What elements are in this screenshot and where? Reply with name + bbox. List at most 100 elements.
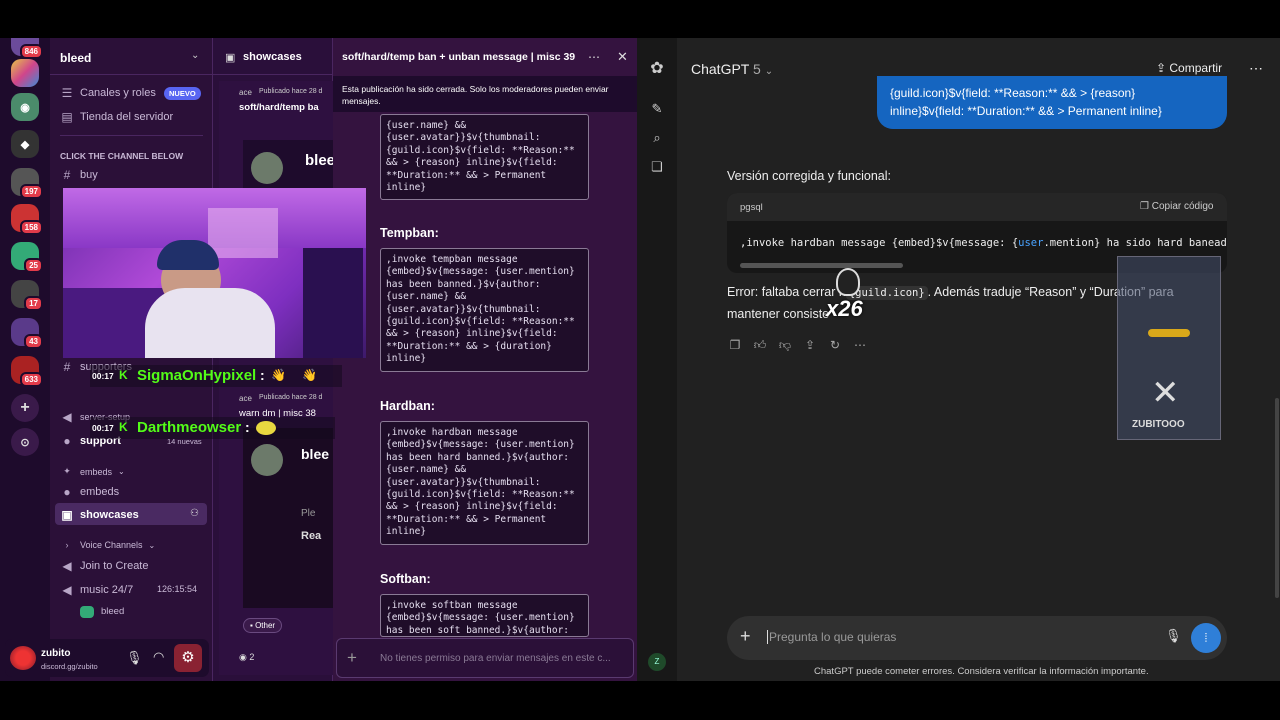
username: zubito	[41, 648, 71, 659]
more-options-icon[interactable]: ⋯	[852, 337, 868, 353]
share-button[interactable]: ⇪ Compartir	[1156, 61, 1222, 75]
section-title: Softban:	[380, 572, 431, 586]
category-click-channel[interactable]: CLICK THE CHANNEL BELOW	[60, 151, 183, 161]
post-author: ace	[239, 394, 252, 403]
model-selector[interactable]: ChatGPT 5 ⌄	[691, 61, 773, 77]
server-icon[interactable]	[11, 59, 39, 87]
chevron-down-icon[interactable]: ⌄	[191, 50, 199, 61]
avatar[interactable]	[10, 646, 36, 670]
category-voice[interactable]: › Voice Channels ⌄	[60, 540, 156, 550]
post-meta: Publicado hace 28 d	[259, 394, 323, 401]
new-chat-icon[interactable]: ✎	[649, 101, 665, 117]
prompt-input[interactable]: + Pregunta lo que quieras 🎙 ⦙	[727, 616, 1227, 660]
server-icon[interactable]: 846	[11, 38, 43, 59]
stream-chat-row: 00:17 K SigmaOnHypixel : 👋 👋	[90, 365, 342, 387]
gear-icon[interactable]: ⚙	[174, 644, 202, 672]
hash-icon: #	[63, 360, 71, 374]
share-icon[interactable]: ⇪	[802, 337, 818, 353]
channel-buy-label: buy	[80, 169, 98, 181]
webcam-overlay	[63, 188, 366, 358]
nav-store[interactable]: ▤ Tienda del servidor	[60, 110, 173, 124]
server-folder-icon[interactable]: ◆	[11, 130, 39, 158]
server-folder-icon[interactable]: 43	[11, 318, 43, 349]
voice-music[interactable]: ◀ music 24/7	[60, 583, 133, 597]
copy-code-button[interactable]: ❐ Copiar código	[1140, 201, 1213, 212]
voice-member[interactable]: bleed	[101, 606, 124, 617]
regenerate-icon[interactable]: ↻	[827, 337, 843, 353]
nav-roles[interactable]: ☰ Canales y roles	[60, 86, 156, 100]
plus-icon[interactable]: +	[740, 626, 751, 647]
divider	[60, 135, 203, 136]
combo-counter: x26	[826, 296, 863, 321]
reply-text: mantener consiste	[727, 307, 830, 321]
share-label: Compartir	[1169, 61, 1223, 75]
microphone-icon[interactable]: 🎙	[126, 650, 143, 666]
model-name: ChatGPT	[691, 61, 750, 77]
kick-icon: K	[119, 420, 128, 434]
discover-icon[interactable]: ⊙	[11, 428, 39, 456]
model-version: 5	[753, 61, 761, 77]
server-icon[interactable]: ◉	[11, 93, 39, 121]
post-preview-text: Ple	[301, 508, 316, 519]
search-icon[interactable]: ⌕	[649, 130, 665, 146]
channel-showcases[interactable]: ▣ showcases	[60, 508, 138, 522]
voice-timer: 126:15:54	[157, 584, 198, 594]
section-title: Tempban:	[380, 226, 439, 240]
hash-icon: #	[63, 168, 71, 182]
divider	[213, 74, 333, 75]
closed-notice-text: Esta publicación ha sido cerrada. Solo l…	[342, 84, 609, 106]
avatar[interactable]: Z	[648, 653, 666, 671]
post-preview-text: blee	[301, 446, 330, 462]
add-server-icon[interactable]: +	[11, 394, 39, 422]
more-options-icon[interactable]: ⋯	[588, 50, 600, 64]
nav-store-label: Tienda del servidor	[80, 111, 174, 123]
code-keyword: user	[1018, 237, 1044, 249]
post-author: ace	[239, 88, 252, 97]
microphone-icon[interactable]: 🎙	[1165, 628, 1182, 644]
code-scrollbar[interactable]	[740, 263, 903, 268]
category-embeds[interactable]: ✦ embeds ⌄	[60, 466, 125, 477]
new-badge: NUEVO	[164, 87, 201, 100]
code-block: ,invoke softban message {embed}$v{messag…	[380, 594, 589, 637]
chat-time: 00:17	[92, 371, 114, 381]
avatar	[251, 152, 283, 184]
emote-icon	[256, 421, 276, 435]
copy-icon[interactable]: ❐	[727, 337, 743, 353]
library-icon[interactable]: ❏	[649, 159, 665, 175]
plus-icon[interactable]: +	[347, 648, 357, 668]
add-member-icon[interactable]: ⚇	[190, 508, 199, 519]
server-name[interactable]: bleed	[60, 51, 91, 65]
user-message-bubble: {guild.icon}$v{field: **Reason:** && > {…	[877, 76, 1227, 129]
thumbs-up-icon[interactable]: 👍︎	[752, 337, 768, 353]
voice-join-to-create[interactable]: ◀ Join to Create	[60, 559, 148, 573]
headphones-icon[interactable]: ◠	[153, 649, 164, 665]
user-panel: zubito discord.gg/zubito 🎙 ◠ ⚙	[5, 639, 209, 677]
chevron-down-icon: ⌄	[148, 540, 156, 550]
thumbs-down-icon[interactable]: 👎︎	[777, 337, 793, 353]
more-options-icon[interactable]: ⋯	[1249, 60, 1263, 77]
avatar	[80, 606, 94, 618]
chevron-down-icon: ⌄	[118, 467, 125, 476]
close-icon[interactable]: ✕	[617, 49, 628, 65]
openai-logo-icon[interactable]: ✿	[649, 61, 665, 77]
server-folder-icon[interactable]: 25	[11, 242, 43, 273]
nav-roles-label: Canales y roles	[80, 87, 156, 99]
user-message-line: {guild.icon}$v{field: **Reason:** && > {…	[890, 86, 1136, 100]
post-tag[interactable]: ▪ Other	[243, 618, 283, 633]
page-scrollbar[interactable]	[1275, 398, 1279, 598]
webcam-shelf	[303, 248, 363, 358]
server-folder-icon[interactable]: 158	[11, 204, 43, 235]
server-folder-icon[interactable]: 197	[11, 168, 43, 199]
section-title: Hardban:	[380, 399, 435, 413]
unread-badge: 25	[24, 258, 43, 273]
server-folder-icon[interactable]: 17	[11, 280, 43, 311]
channel-buy[interactable]: # buy	[60, 168, 98, 182]
message-input[interactable]: + No tienes permiso para enviar mensajes…	[336, 638, 634, 678]
webcam-window-light	[208, 208, 278, 258]
chat-username: SigmaOnHypixel	[137, 367, 257, 384]
channel-embeds-label: embeds	[80, 486, 120, 498]
voice-mode-icon[interactable]: ⦙	[1191, 623, 1221, 653]
unread-badge: 43	[24, 334, 43, 349]
server-folder-icon[interactable]: 633	[11, 356, 43, 387]
channel-embeds[interactable]: ● embeds	[60, 485, 119, 499]
